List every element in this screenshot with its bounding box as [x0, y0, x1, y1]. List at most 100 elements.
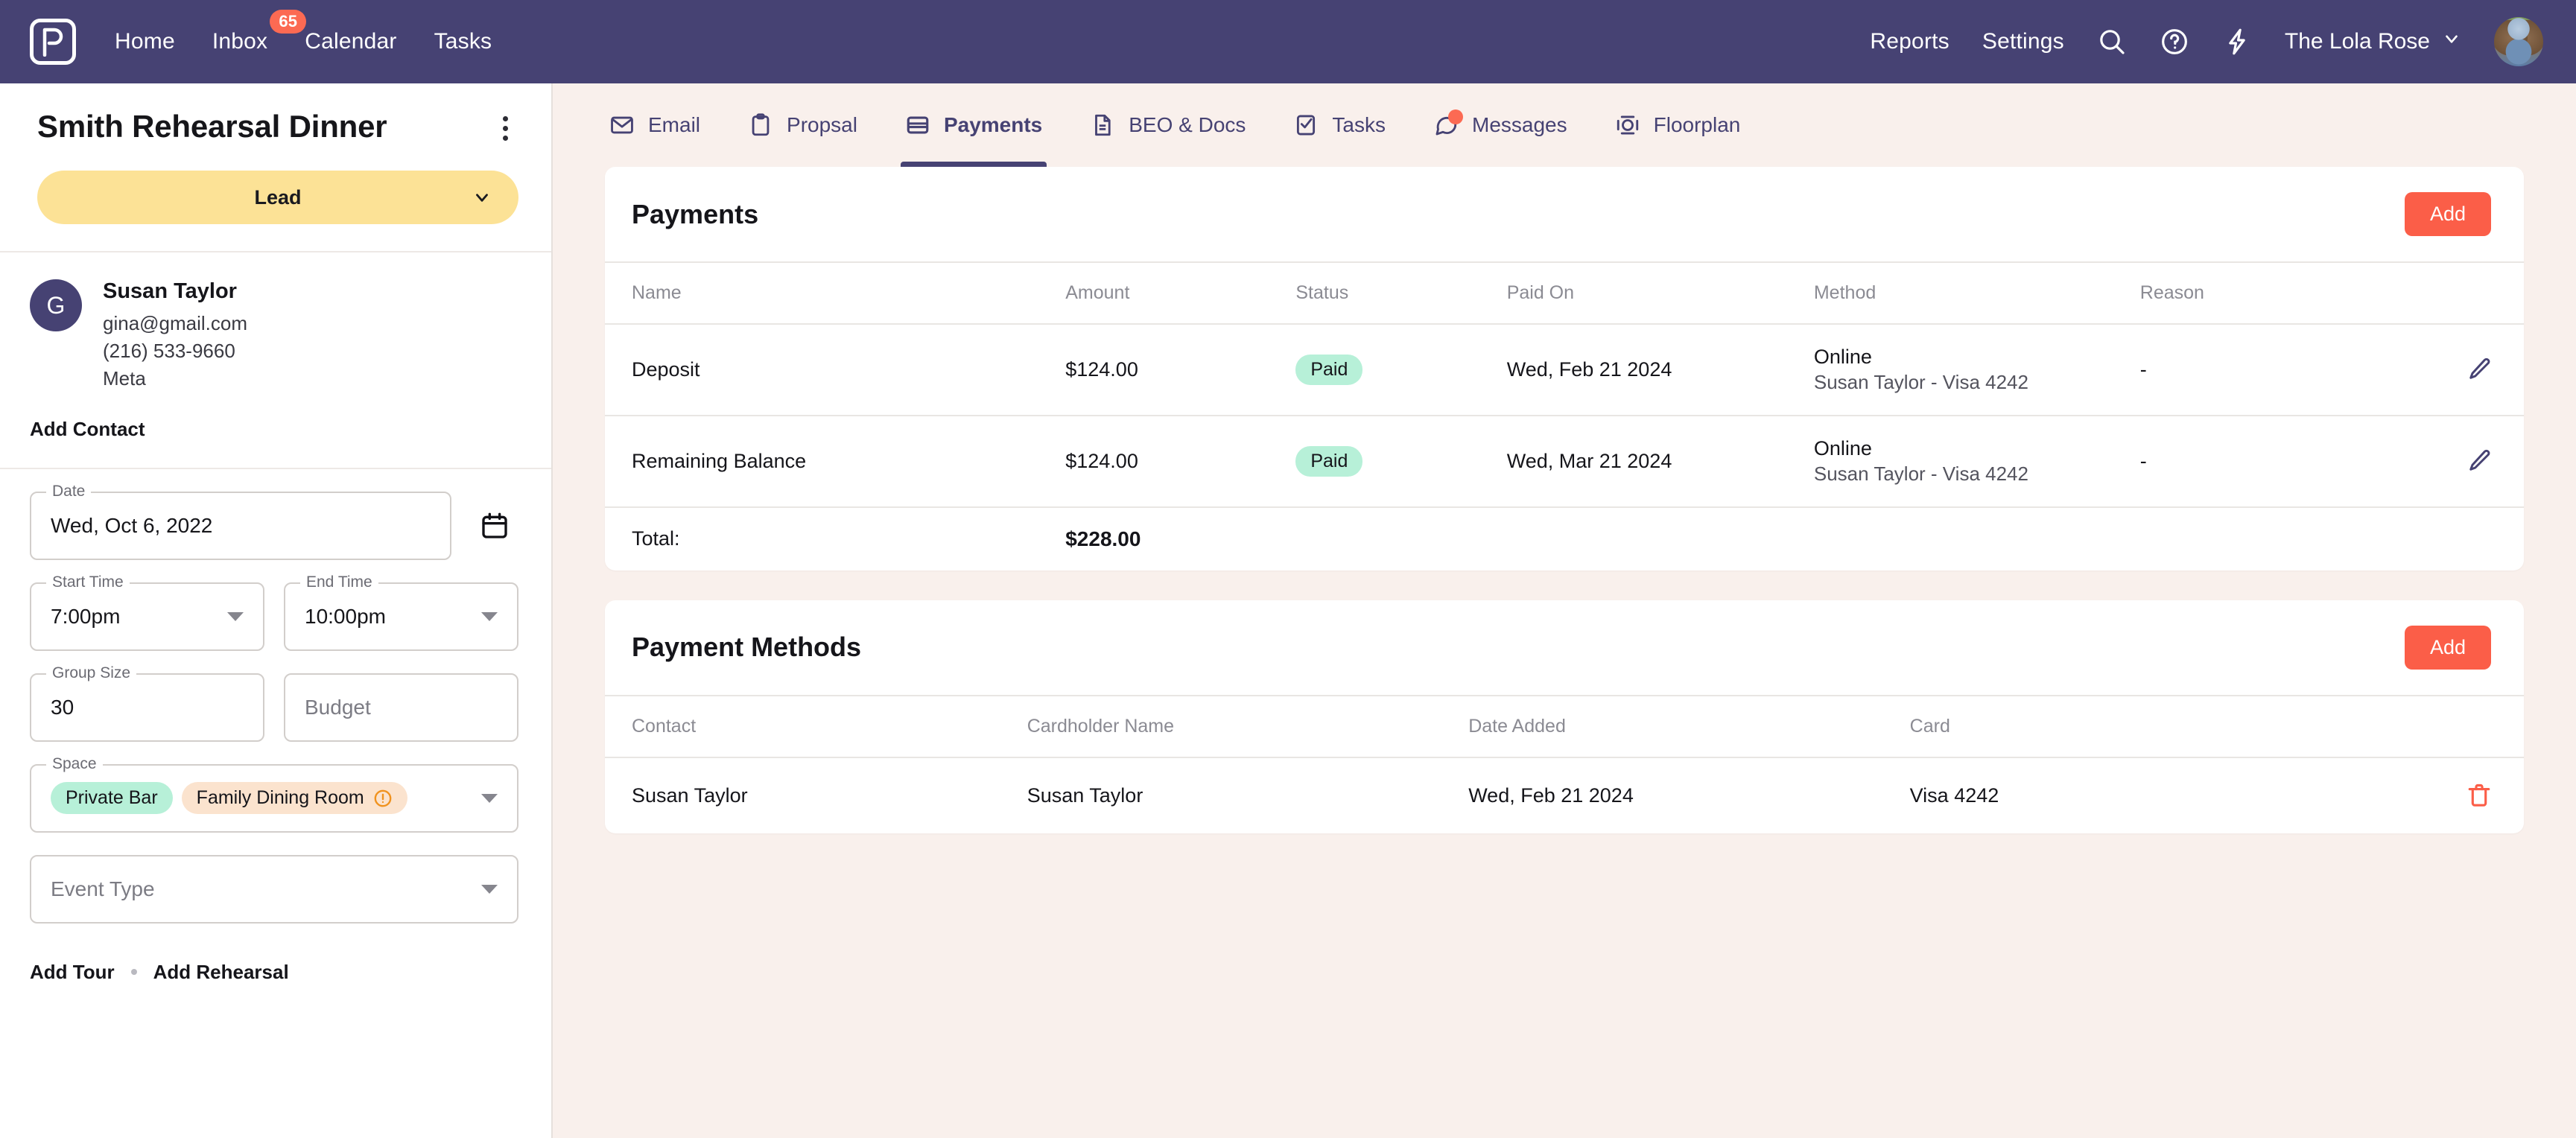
- nav-link-settings-label: Settings: [1982, 29, 2064, 54]
- space-chip-family-dining-room[interactable]: Family Dining Room: [181, 782, 407, 815]
- payment-name: Deposit: [605, 324, 1066, 416]
- space-chip-family-dining-room-label: Family Dining Room: [196, 787, 364, 809]
- end-time-value: 10:00pm: [305, 604, 386, 628]
- tab-tasks[interactable]: Tasks: [1289, 83, 1390, 167]
- credit-card-icon: [905, 112, 930, 138]
- document-icon: [1090, 112, 1115, 138]
- edit-pencil-icon[interactable]: [2461, 443, 2497, 479]
- event-status-dropdown[interactable]: Lead: [37, 171, 518, 224]
- chevron-down-icon: [481, 884, 498, 894]
- nav-link-inbox[interactable]: Inbox 65: [212, 10, 307, 54]
- checklist-icon: [1293, 112, 1319, 138]
- column-header-date-added: Date Added: [1468, 696, 1910, 758]
- payment-method-type: Online: [1813, 346, 1872, 368]
- avatar[interactable]: [2494, 17, 2543, 66]
- nav-link-calendar[interactable]: Calendar: [305, 29, 396, 54]
- tab-beo-docs[interactable]: BEO & Docs: [1085, 83, 1250, 167]
- method-card: Visa 4242: [1909, 783, 1999, 807]
- column-header-contact: Contact: [605, 696, 1027, 758]
- date-row: Date Wed, Oct 6, 2022: [30, 483, 518, 560]
- edit-pencil-icon[interactable]: [2461, 352, 2497, 387]
- event-tab-bar: Email Propsal Payments BEO & Docs Tasks …: [553, 83, 2576, 167]
- pointer-p-logo-icon[interactable]: [30, 19, 76, 65]
- table-row[interactable]: Remaining Balance $124.00 Paid Wed, Mar …: [605, 415, 2524, 508]
- help-circle-icon[interactable]: [2160, 27, 2189, 57]
- start-time-field[interactable]: Start Time 7:00pm: [30, 573, 264, 651]
- time-row: Start Time 7:00pm End Time 10:00pm: [30, 573, 518, 651]
- column-header-amount: Amount: [1065, 263, 1296, 325]
- page-title: Smith Rehearsal Dinner: [37, 109, 387, 144]
- nav-link-reports[interactable]: Reports: [1870, 29, 1949, 54]
- contact-company: Meta: [103, 366, 146, 390]
- contact-phone[interactable]: (216) 533-9660: [103, 337, 247, 365]
- column-header-name: Name: [605, 263, 1066, 325]
- column-header-status: Status: [1295, 263, 1507, 325]
- start-time-label: Start Time: [46, 573, 130, 590]
- add-tour-button[interactable]: Add Tour: [30, 961, 115, 984]
- method-actions-cell: [2370, 757, 2524, 833]
- tab-tasks-label: Tasks: [1332, 113, 1386, 136]
- budget-field[interactable]: Budget: [284, 673, 518, 742]
- chevron-down-icon: [227, 611, 244, 621]
- payment-method-cell: Online Susan Taylor - Visa 4242: [1813, 324, 2140, 416]
- organization-switcher[interactable]: The Lola Rose: [2285, 29, 2461, 54]
- trash-icon[interactable]: [2461, 778, 2497, 813]
- group-size-field[interactable]: Group Size 30: [30, 664, 264, 742]
- column-header-cardholder-name: Cardholder Name: [1027, 696, 1469, 758]
- space-chip-list: Private Bar Family Dining Room: [51, 782, 407, 815]
- event-type-field[interactable]: Event Type: [30, 854, 518, 924]
- payment-reason: -: [2139, 324, 2370, 416]
- contact-email[interactable]: gina@gmail.com: [103, 310, 247, 337]
- tab-payments[interactable]: Payments: [900, 83, 1047, 167]
- tab-proposal[interactable]: Propsal: [743, 83, 862, 167]
- payment-methods-card-title: Payment Methods: [632, 632, 862, 663]
- add-rehearsal-button[interactable]: Add Rehearsal: [153, 961, 289, 984]
- tab-payments-label: Payments: [943, 113, 1043, 136]
- space-field[interactable]: Space Private Bar Family Dining Room: [30, 755, 518, 833]
- end-time-field[interactable]: End Time 10:00pm: [284, 573, 518, 651]
- payment-methods-card: Payment Methods Add Contact Cardholder N…: [605, 600, 2524, 833]
- column-header-card: Card: [1909, 696, 2370, 758]
- payment-paid-on: Wed, Feb 21 2024: [1506, 324, 1814, 416]
- lightning-bolt-icon[interactable]: [2222, 27, 2252, 57]
- group-size-value: 30: [51, 695, 74, 719]
- table-row[interactable]: Susan Taylor Susan Taylor Wed, Feb 21 20…: [605, 757, 2524, 833]
- column-header-method: Method: [1813, 263, 2140, 325]
- primary-nav-links: Home Inbox 65 Calendar Tasks: [115, 10, 492, 54]
- payment-method-detail: Susan Taylor - Visa 4242: [1813, 462, 2028, 485]
- table-row[interactable]: Deposit $124.00 Paid Wed, Feb 21 2024 On…: [605, 324, 2524, 416]
- nav-link-calendar-label: Calendar: [305, 29, 397, 54]
- size-budget-row: Group Size 30 Budget: [30, 664, 518, 742]
- payment-reason: -: [2139, 415, 2370, 508]
- add-payment-method-button[interactable]: Add: [2404, 625, 2491, 670]
- tab-proposal-label: Propsal: [787, 113, 857, 136]
- chevron-down-icon: [481, 611, 498, 621]
- space-chip-private-bar[interactable]: Private Bar: [51, 782, 173, 815]
- nav-link-settings[interactable]: Settings: [1982, 29, 2064, 54]
- kebab-menu-icon[interactable]: [492, 109, 518, 148]
- calendar-icon[interactable]: [471, 492, 518, 560]
- end-time-label: End Time: [300, 573, 378, 590]
- add-payment-button[interactable]: Add: [2404, 192, 2491, 236]
- payment-actions-cell: [2370, 324, 2524, 416]
- column-header-actions: [2370, 263, 2524, 325]
- envelope-icon: [609, 112, 635, 138]
- add-contact-button[interactable]: Add Contact: [30, 418, 145, 441]
- payment-amount: $124.00: [1065, 324, 1296, 416]
- nav-link-reports-label: Reports: [1870, 29, 1950, 54]
- payments-panel: Payments Add Name Amount Status Paid On: [553, 167, 2576, 863]
- chevron-down-icon: [472, 188, 492, 207]
- tab-email[interactable]: Email: [605, 83, 705, 167]
- nav-link-tasks[interactable]: Tasks: [434, 29, 492, 54]
- tab-floorplan[interactable]: Floorplan: [1611, 83, 1745, 167]
- budget-placeholder: Budget: [305, 695, 371, 719]
- payment-amount: $124.00: [1065, 415, 1296, 508]
- payment-method-cell: Online Susan Taylor - Visa 4242: [1813, 415, 2140, 508]
- date-field[interactable]: Date Wed, Oct 6, 2022: [30, 483, 451, 560]
- event-type-placeholder: Event Type: [51, 877, 155, 900]
- inbox-unread-badge: 65: [270, 10, 307, 34]
- top-navigation-bar: Home Inbox 65 Calendar Tasks Reports Set…: [0, 0, 2576, 83]
- search-icon[interactable]: [2097, 27, 2127, 57]
- tab-messages[interactable]: Messages: [1429, 83, 1572, 167]
- nav-link-home[interactable]: Home: [115, 29, 175, 54]
